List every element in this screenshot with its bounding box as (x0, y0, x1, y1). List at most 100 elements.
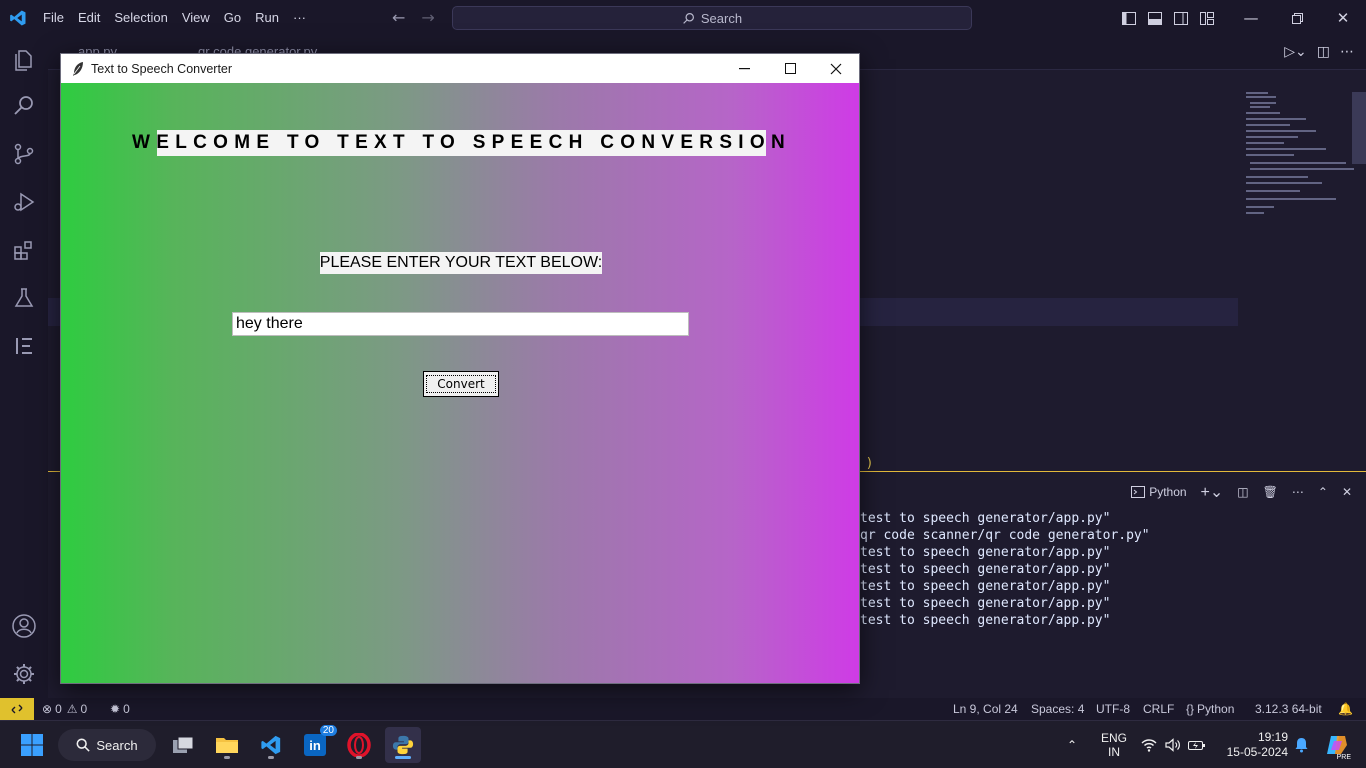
search-icon[interactable] (0, 82, 48, 130)
run-python-file-icon[interactable]: ▷⌄ (1284, 44, 1307, 60)
activity-bar (0, 36, 48, 698)
search-placeholder: Search (700, 10, 743, 26)
battery-charging-icon[interactable] (1186, 721, 1208, 768)
task-view-icon[interactable] (165, 727, 201, 763)
warning-icon: ⚠ (66, 702, 78, 716)
show-hidden-icons-chevron-icon[interactable]: ⌃ (1060, 721, 1084, 768)
text-input-field[interactable] (232, 312, 689, 336)
line-ending[interactable]: CRLF (1143, 702, 1174, 716)
terminal-profile-label: Python (1149, 485, 1187, 499)
close-panel-icon[interactable]: ✕ (1342, 485, 1352, 499)
toggle-panel-icon[interactable] (1142, 0, 1168, 36)
vscode-taskbar-icon[interactable] (253, 727, 289, 763)
testing-flask-icon[interactable] (0, 274, 48, 322)
more-actions-icon[interactable]: ⋯ (1292, 485, 1304, 499)
opera-browser-icon[interactable] (341, 727, 377, 763)
python-interpreter[interactable]: 3.12.3 64-bit (1255, 702, 1322, 716)
back-arrow-icon[interactable]: ← (392, 8, 405, 27)
terminal-line: test to speech generator/app.py" (860, 579, 1111, 594)
tk-window-titlebar[interactable]: Text to Speech Converter (61, 54, 859, 83)
notifications-bell-icon[interactable]: 🔔 (1338, 702, 1353, 716)
terminal-icon (1131, 486, 1146, 498)
customize-layout-icon[interactable] (1194, 0, 1220, 36)
encoding[interactable]: UTF-8 (1096, 702, 1130, 716)
welcome-heading: WELCOME TO TEXT TO SPEECH CONVERSION (132, 130, 785, 156)
notification-bell-icon[interactable] (1290, 721, 1312, 768)
menu-file[interactable]: File (36, 0, 71, 36)
remote-indicator-icon[interactable] (0, 698, 34, 720)
menu-run[interactable]: Run (248, 0, 286, 36)
windows-start-icon[interactable] (14, 727, 50, 763)
language-mode[interactable]: {} Python (1186, 702, 1234, 716)
braces-icon: {} (1186, 702, 1195, 716)
menu-view[interactable]: View (175, 0, 217, 36)
terminal-profile[interactable]: Python (1131, 485, 1187, 499)
warning-count: 0 (80, 702, 88, 716)
forward-arrow-icon[interactable]: → (421, 8, 434, 27)
terminal-output: test to speech generator/app.py" qr code… (860, 510, 1150, 629)
navigation-arrows: ← → (392, 8, 435, 27)
taskbar-search-label: Search (96, 737, 138, 753)
tk-minimize-icon[interactable] (721, 54, 767, 83)
menu-selection[interactable]: Selection (107, 0, 174, 36)
source-control-icon[interactable] (0, 130, 48, 178)
titlebar-right-controls: — ✕ (1116, 0, 1366, 36)
terminal-line: test to speech generator/app.py" (860, 511, 1111, 526)
toggle-primary-sidebar-icon[interactable] (1116, 0, 1142, 36)
outline-list-icon[interactable] (0, 322, 48, 370)
maximize-panel-chevron-icon[interactable]: ⌃ (1318, 485, 1328, 499)
editor-actions: ▷⌄ ◫ ⋯ (1284, 44, 1354, 60)
split-editor-icon[interactable]: ◫ (1317, 44, 1330, 60)
python-app-icon[interactable] (385, 727, 421, 763)
clock-time: 19:19 (1257, 730, 1288, 744)
kill-terminal-trash-icon[interactable]: 🗑 (1263, 485, 1278, 499)
ports-indicator[interactable]: ✹ 0 (110, 702, 130, 716)
tk-maximize-icon[interactable] (767, 54, 813, 83)
settings-gear-icon[interactable] (0, 650, 48, 698)
linkedin-notification-badge: 20 (319, 725, 337, 736)
file-explorer-icon[interactable] (209, 727, 245, 763)
minimap[interactable] (1244, 90, 1354, 220)
command-center-search[interactable]: Search (452, 6, 972, 30)
vscode-titlebar: File Edit Selection View Go Run ··· ← → … (0, 0, 1366, 36)
extensions-icon[interactable] (0, 226, 48, 274)
language-label: Python (1197, 702, 1235, 716)
close-icon[interactable]: ✕ (1320, 0, 1366, 36)
menu-more[interactable]: ··· (286, 0, 313, 36)
terminal-line: test to speech generator/app.py" (860, 562, 1111, 577)
editor-scrollbar[interactable] (1352, 92, 1366, 164)
volume-icon[interactable] (1162, 721, 1184, 768)
toggle-secondary-sidebar-icon[interactable] (1168, 0, 1194, 36)
terminal-toolbar: Python +⌄ ◫ 🗑 ⋯ ⌃ ✕ (1131, 482, 1352, 502)
indentation[interactable]: Spaces: 4 (1031, 702, 1084, 716)
split-terminal-icon[interactable]: ◫ (1237, 485, 1248, 499)
status-bar: ⊗ 0 ⚠ 0 ✹ 0 Ln 9, Col 24 Spaces: 4 UTF-8 CR… (0, 698, 1366, 720)
linkedin-icon[interactable]: in 20 (297, 725, 337, 763)
more-actions-icon[interactable]: ⋯ (1340, 44, 1354, 60)
vscode-logo-icon (0, 0, 36, 36)
minimize-icon[interactable]: — (1228, 0, 1274, 36)
explorer-icon[interactable] (0, 36, 48, 84)
input-language[interactable]: ENG IN (1092, 721, 1136, 768)
run-and-debug-icon[interactable] (0, 178, 48, 226)
copilot-icon[interactable]: PRE (1320, 721, 1354, 768)
taskbar-search[interactable]: Search (58, 729, 156, 761)
cursor-position[interactable]: Ln 9, Col 24 (953, 702, 1018, 716)
clock[interactable]: 19:19 15-05-2024 (1218, 721, 1288, 768)
clock-date: 15-05-2024 (1226, 745, 1288, 759)
terminal-line: test to speech generator/app.py" (860, 596, 1111, 611)
search-icon (683, 12, 694, 24)
menu-go[interactable]: Go (217, 0, 248, 36)
terminal-line: test to speech generator/app.py" (860, 613, 1111, 628)
problems-indicator[interactable]: ⊗ 0 ⚠ 0 (42, 702, 87, 716)
tk-close-icon[interactable] (813, 54, 859, 83)
accounts-icon[interactable] (0, 602, 48, 650)
convert-button-label: Convert (426, 375, 496, 393)
restore-icon[interactable] (1274, 0, 1320, 36)
new-terminal-icon[interactable]: +⌄ (1201, 482, 1224, 502)
language-region: IN (1108, 745, 1120, 759)
windows-taskbar: Search in 20 ⌃ ENG IN 19:19 15-05-2024 PR… (0, 720, 1366, 768)
wifi-icon[interactable] (1138, 721, 1160, 768)
convert-button[interactable]: Convert (423, 371, 499, 397)
menu-edit[interactable]: Edit (71, 0, 107, 36)
